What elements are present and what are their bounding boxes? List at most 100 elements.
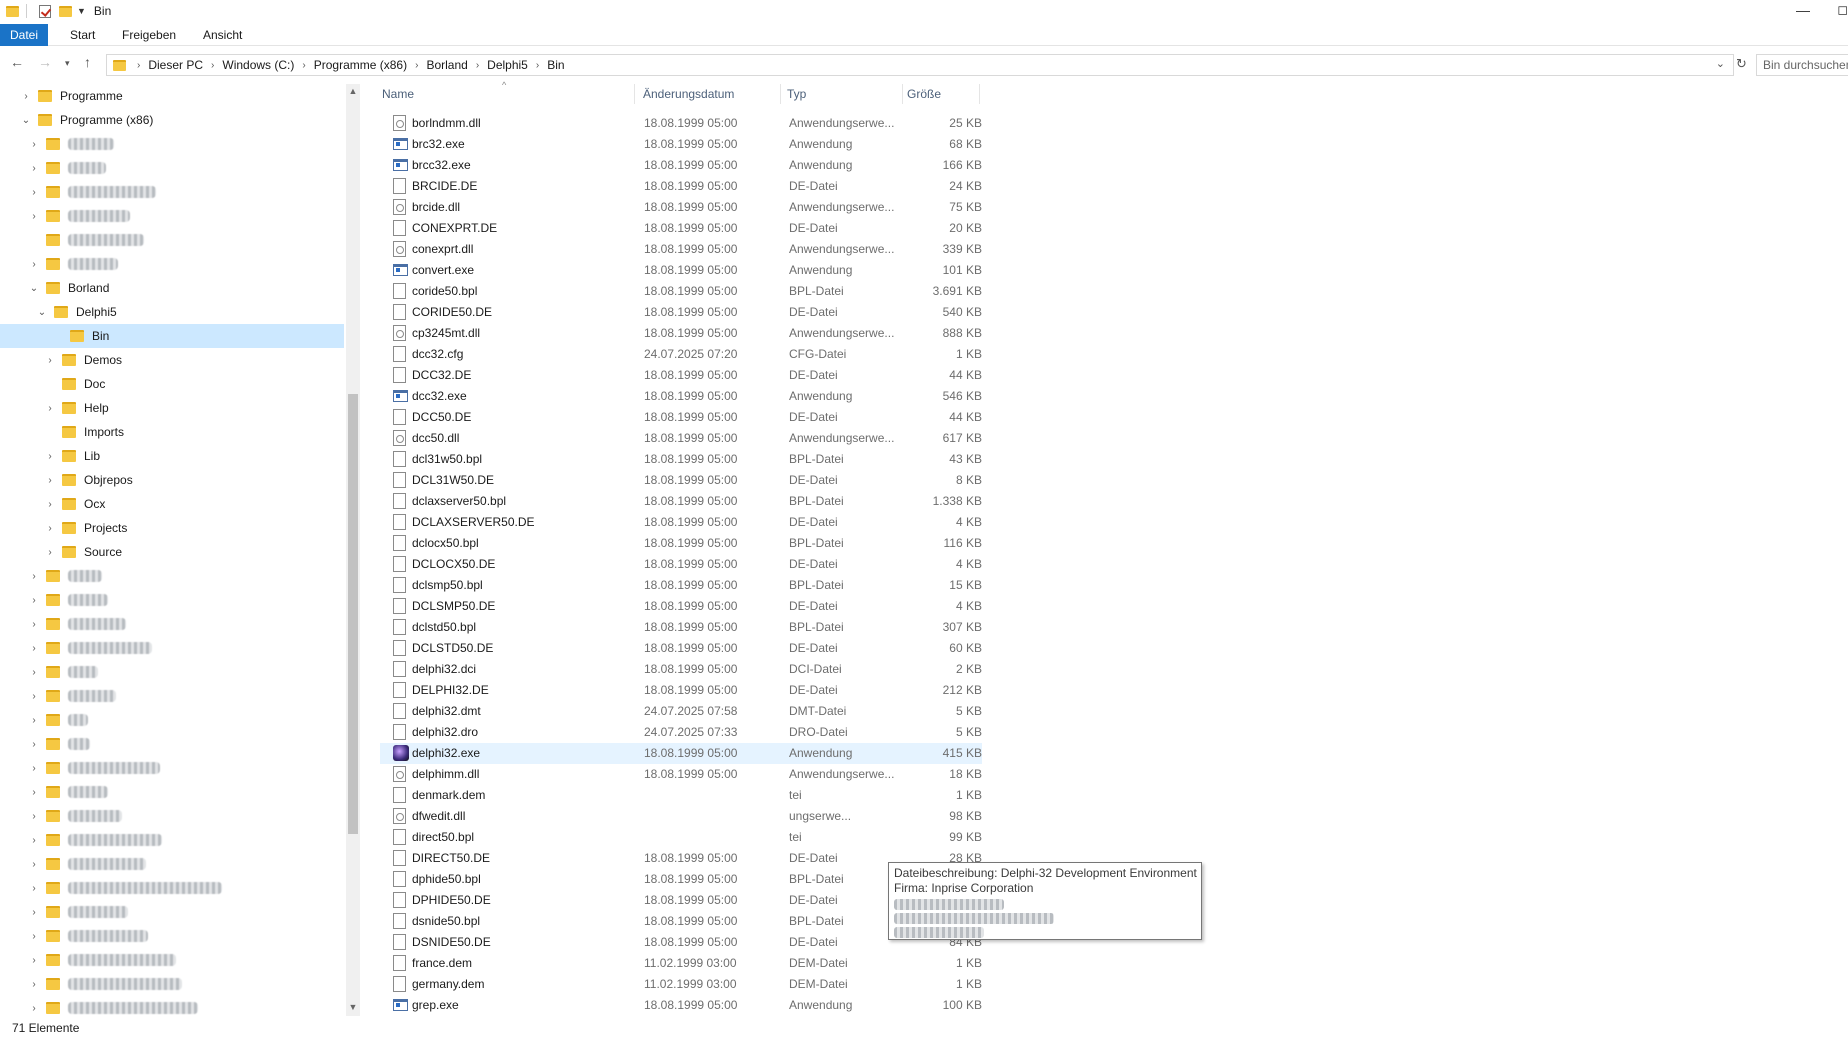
tree-item-delphi5[interactable]: ⌄ Delphi5 — [0, 300, 344, 324]
tree-item-redacted[interactable]: › — [0, 156, 344, 180]
tree-item-redacted[interactable]: › — [0, 636, 344, 660]
file-row[interactable]: borlndmm.dll 18.08.1999 05:00 Anwendungser… — [380, 113, 982, 134]
chevron-right-icon[interactable]: › — [28, 835, 40, 846]
tab-ansicht[interactable]: Ansicht — [193, 24, 252, 46]
chevron-right-icon[interactable]: › — [536, 60, 539, 71]
chevron-right-icon[interactable]: › — [44, 451, 56, 462]
tree-item-redacted[interactable]: › — [0, 180, 344, 204]
column-header-type[interactable]: Typ — [787, 87, 806, 101]
tree-item-redacted[interactable]: › — [0, 756, 344, 780]
chevron-right-icon[interactable]: › — [28, 979, 40, 990]
column-divider[interactable] — [634, 84, 635, 104]
tree-item-help[interactable]: › Help — [0, 396, 344, 420]
breadcrumb-bin[interactable]: Bin — [547, 58, 564, 72]
file-row[interactable]: dclaxserver50.bpl 18.08.1999 05:00 BPL-Dat… — [380, 491, 982, 512]
chevron-right-icon[interactable]: › — [20, 91, 32, 102]
chevron-right-icon[interactable]: › — [28, 163, 40, 174]
breadcrumb-programme-x86[interactable]: Programme (x86) — [314, 58, 407, 72]
tree-item-objrepos[interactable]: › Objrepos — [0, 468, 344, 492]
navigation-scrollbar[interactable]: ▲ ▼ — [346, 84, 360, 1016]
tree-item-programme-x86[interactable]: ⌄ Programme (x86) — [0, 108, 344, 132]
tree-item-redacted[interactable]: › — [0, 900, 344, 924]
tree-item-bin[interactable]: Bin — [0, 324, 344, 348]
recent-dropdown-icon[interactable]: ▾ — [65, 58, 70, 69]
tree-item-redacted[interactable]: › — [0, 660, 344, 684]
tree-item-ocx[interactable]: › Ocx — [0, 492, 344, 516]
column-divider[interactable] — [902, 84, 903, 104]
chevron-right-icon[interactable]: › — [44, 499, 56, 510]
chevron-right-icon[interactable]: › — [28, 187, 40, 198]
tree-item-demos[interactable]: › Demos — [0, 348, 344, 372]
file-row[interactable]: delphimm.dll 18.08.1999 05:00 Anwendungser… — [380, 764, 982, 785]
chevron-right-icon[interactable]: › — [211, 60, 214, 71]
chevron-right-icon[interactable]: › — [28, 859, 40, 870]
tree-item-redacted[interactable]: › — [0, 996, 344, 1016]
file-row[interactable]: convert.exe 18.08.1999 05:00 Anwendung 101 … — [380, 260, 982, 281]
file-row[interactable]: DCLOCX50.DE 18.08.1999 05:00 DE-Datei 4 KB — [380, 554, 982, 575]
file-row[interactable]: DCC50.DE 18.08.1999 05:00 DE-Datei 44 KB — [380, 407, 982, 428]
breadcrumb-borland[interactable]: Borland — [426, 58, 467, 72]
chevron-right-icon[interactable]: › — [28, 259, 40, 270]
chevron-down-icon[interactable]: ⌄ — [28, 283, 40, 294]
chevron-right-icon[interactable]: › — [28, 571, 40, 582]
column-divider[interactable] — [780, 84, 781, 104]
file-row[interactable]: brcide.dll 18.08.1999 05:00 Anwendungserwe… — [380, 197, 982, 218]
tab-freigeben[interactable]: Freigeben — [112, 24, 186, 46]
scroll-down-icon[interactable]: ▼ — [346, 1002, 360, 1012]
chevron-down-icon[interactable]: ⌄ — [36, 307, 48, 318]
tree-item-programme[interactable]: › Programme — [0, 84, 344, 108]
forward-arrow-icon[interactable]: → — [38, 54, 52, 70]
file-row[interactable]: DCLAXSERVER50.DE 18.08.1999 05:00 DE-Datei… — [380, 512, 982, 533]
minimize-icon[interactable]: — — [1796, 2, 1810, 18]
tree-item-redacted[interactable]: › — [0, 684, 344, 708]
file-row[interactable]: DELPHI32.DE 18.08.1999 05:00 DE-Datei 212 K… — [380, 680, 982, 701]
column-header-name[interactable]: Name — [382, 87, 414, 101]
file-row[interactable]: cp3245mt.dll 18.08.1999 05:00 Anwendungser… — [380, 323, 982, 344]
chevron-right-icon[interactable]: › — [44, 547, 56, 558]
chevron-right-icon[interactable]: › — [44, 523, 56, 534]
tree-item-doc[interactable]: Doc — [0, 372, 344, 396]
tree-item-redacted[interactable]: › — [0, 804, 344, 828]
tree-item-redacted[interactable]: › — [0, 732, 344, 756]
column-header-date[interactable]: Änderungsdatum — [643, 87, 734, 101]
file-row[interactable]: coride50.bpl 18.08.1999 05:00 BPL-Datei 3.6… — [380, 281, 982, 302]
tree-item-redacted[interactable]: › — [0, 708, 344, 732]
file-row[interactable]: conexprt.dll 18.08.1999 05:00 Anwendungser… — [380, 239, 982, 260]
file-row[interactable]: delphi32.dro 24.07.2025 07:33 DRO-Datei 5 K… — [380, 722, 982, 743]
chevron-right-icon[interactable]: › — [44, 403, 56, 414]
chevron-right-icon[interactable]: › — [28, 955, 40, 966]
tab-start[interactable]: Start — [60, 24, 105, 46]
chevron-right-icon[interactable]: › — [28, 907, 40, 918]
tree-item-redacted[interactable]: › — [0, 852, 344, 876]
scrollbar-thumb[interactable] — [348, 394, 358, 834]
tree-item-redacted[interactable] — [0, 228, 344, 252]
chevron-right-icon[interactable]: › — [28, 643, 40, 654]
tree-item-redacted[interactable]: › — [0, 252, 344, 276]
file-row[interactable]: brc32.exe 18.08.1999 05:00 Anwendung 68 KB — [380, 134, 982, 155]
search-input[interactable]: Bin durchsuchen — [1756, 54, 1848, 76]
file-row[interactable]: DCLSTD50.DE 18.08.1999 05:00 DE-Datei 60 KB — [380, 638, 982, 659]
chevron-right-icon[interactable]: › — [28, 667, 40, 678]
file-row[interactable]: delphi32.exe 18.08.1999 05:00 Anwendung 415… — [380, 743, 982, 764]
file-row[interactable]: denmark.dem tei 1 KB — [380, 785, 982, 806]
breadcrumb-delphi5[interactable]: Delphi5 — [487, 58, 528, 72]
chevron-right-icon[interactable]: › — [28, 211, 40, 222]
file-row[interactable]: france.dem 11.02.1999 03:00 DEM-Datei 1 KB — [380, 953, 982, 974]
chevron-right-icon[interactable]: › — [28, 883, 40, 894]
chevron-right-icon[interactable]: › — [44, 355, 56, 366]
tree-item-source[interactable]: › Source — [0, 540, 344, 564]
tree-item-projects[interactable]: › Projects — [0, 516, 344, 540]
properties-icon[interactable] — [37, 3, 53, 19]
new-folder-icon[interactable] — [57, 3, 73, 19]
file-row[interactable]: dfwedit.dll ungserwe... 98 KB — [380, 806, 982, 827]
file-row[interactable]: grep.exe 18.08.1999 05:00 Anwendung 100 KB — [380, 995, 982, 1016]
chevron-right-icon[interactable]: › — [28, 1003, 40, 1014]
chevron-right-icon[interactable]: › — [28, 595, 40, 606]
tree-item-redacted[interactable]: › — [0, 612, 344, 636]
tree-item-borland[interactable]: ⌄ Borland — [0, 276, 344, 300]
file-row[interactable]: dclocx50.bpl 18.08.1999 05:00 BPL-Datei 116… — [380, 533, 982, 554]
file-row[interactable]: dcl31w50.bpl 18.08.1999 05:00 BPL-Datei 43 … — [380, 449, 982, 470]
file-row[interactable]: CONEXPRT.DE 18.08.1999 05:00 DE-Datei 20 KB — [380, 218, 982, 239]
tab-datei[interactable]: Datei — [0, 24, 49, 46]
tree-item-redacted[interactable]: › — [0, 876, 344, 900]
